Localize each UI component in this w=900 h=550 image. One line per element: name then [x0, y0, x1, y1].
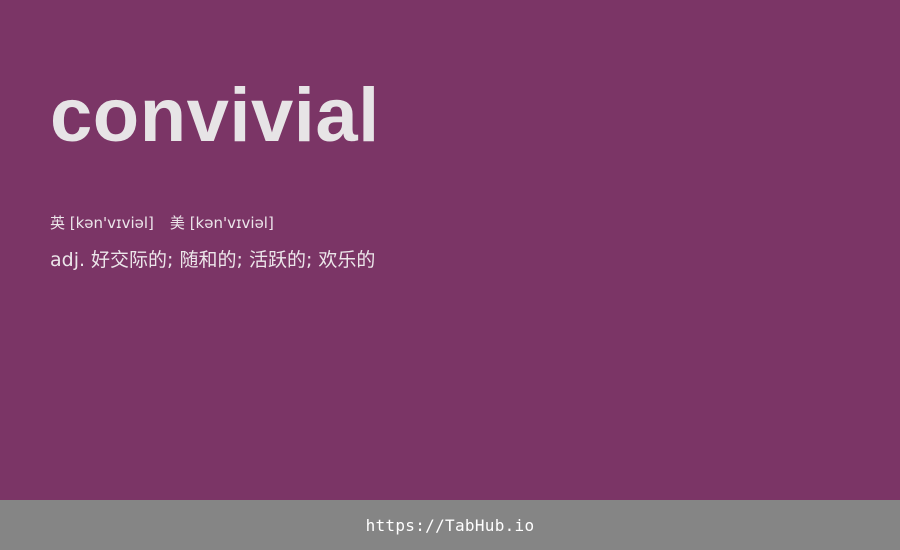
word-card: convivial 英 [kən'vɪviəl] 美 [kən'vɪviəl] a…: [0, 0, 900, 500]
tabhub-link[interactable]: https://TabHub.io: [366, 516, 535, 535]
headword: convivial: [50, 73, 380, 158]
footer-bar: https://TabHub.io: [0, 500, 900, 550]
definition-text: adj. 好交际的; 随和的; 活跃的; 欢乐的: [50, 249, 376, 271]
pronunciation-row: 英 [kən'vɪviəl] 美 [kən'vɪviəl]: [50, 212, 274, 234]
pronunciation-uk: 英 [kən'vɪviəl]: [50, 214, 154, 232]
pronunciation-us: 美 [kən'vɪviəl]: [169, 214, 274, 232]
